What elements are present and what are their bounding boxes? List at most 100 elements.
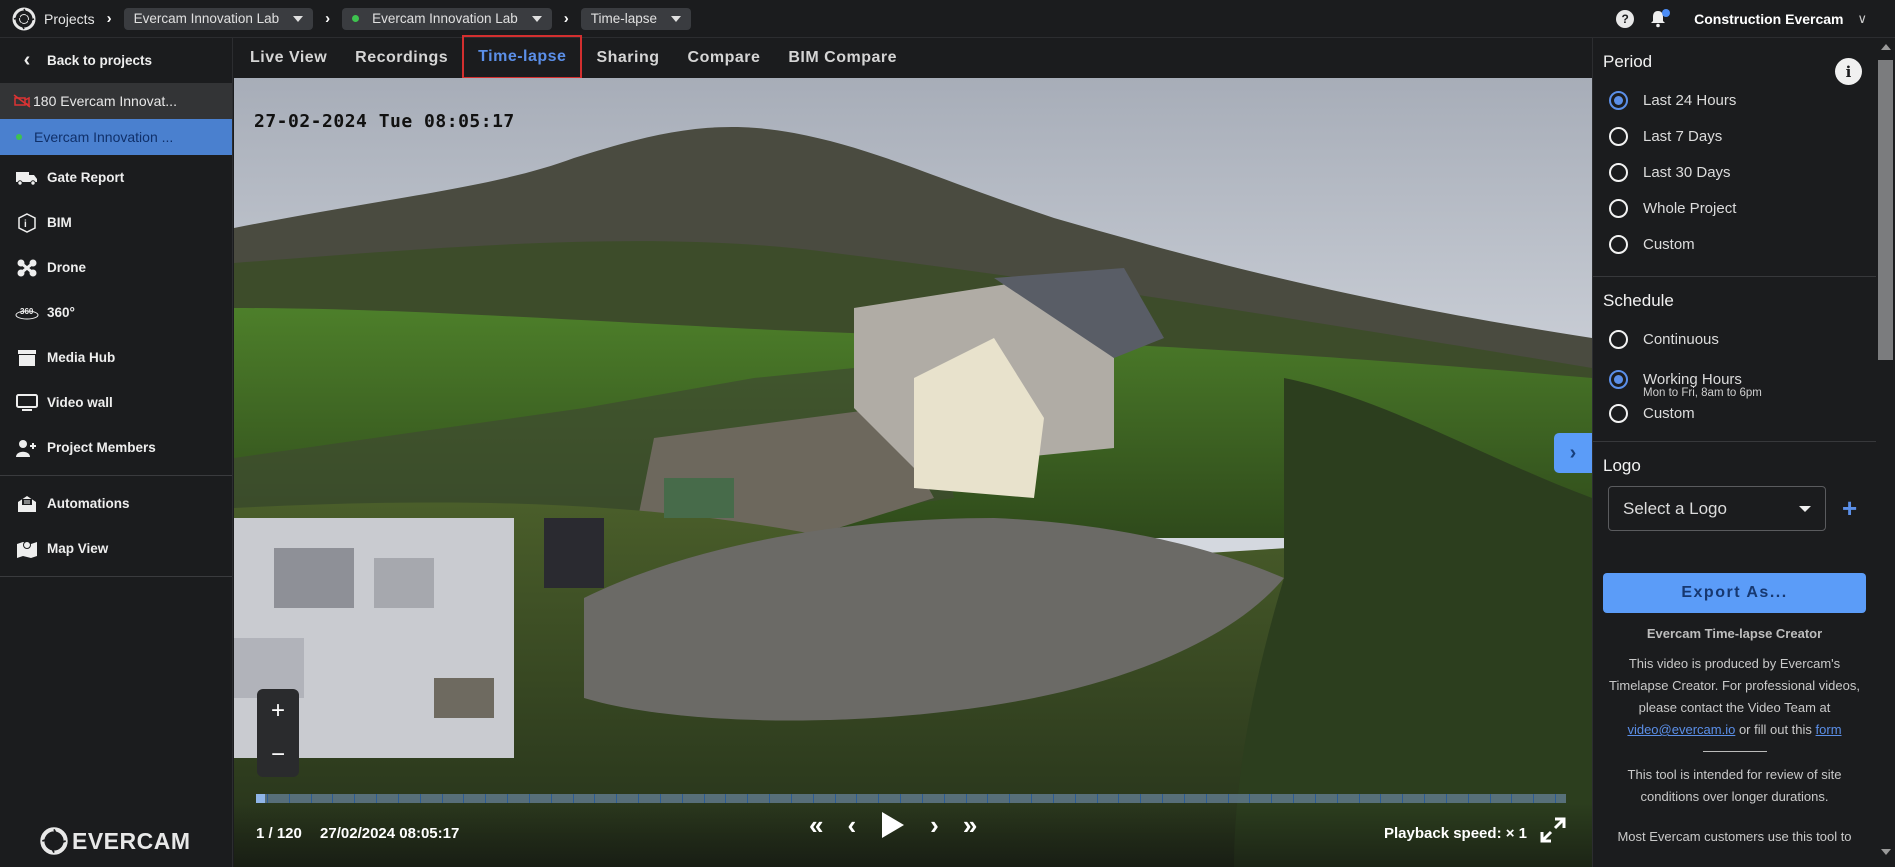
collapse-panel-button[interactable]: › (1554, 433, 1592, 473)
project-select[interactable]: Evercam Innovation Lab (123, 7, 314, 30)
timeline-frame-tick[interactable] (1380, 794, 1382, 803)
playback-speed[interactable]: Playback speed: × 1 (1384, 825, 1527, 842)
tab-live-view[interactable]: Live View (236, 38, 341, 78)
sidebar-item-media-hub[interactable]: Media Hub (0, 335, 232, 380)
timeline-frame-tick[interactable] (1249, 794, 1251, 803)
timeline-frame-tick[interactable] (1358, 794, 1360, 803)
tab-sharing[interactable]: Sharing (582, 38, 673, 78)
timeline-frame-tick[interactable] (441, 794, 443, 803)
timeline-frame-tick[interactable] (1271, 794, 1273, 803)
chevron-down-icon[interactable]: ∨ (1857, 11, 1867, 27)
timeline-frame-tick[interactable] (1293, 794, 1295, 803)
timeline-frame-tick[interactable] (965, 794, 967, 803)
timeline-frame-tick[interactable] (1009, 794, 1011, 803)
timeline-frame-tick[interactable] (1336, 794, 1338, 803)
sidebar-item-map-view[interactable]: Map View (0, 526, 232, 571)
play-icon[interactable] (880, 811, 906, 839)
timeline-frame-tick[interactable] (1183, 794, 1185, 803)
schedule-option-continuous[interactable]: Continuous (1603, 321, 1866, 357)
timeline-frame-tick[interactable] (1118, 794, 1120, 803)
evercam-logo-icon[interactable] (12, 7, 36, 31)
timeline-frame-tick[interactable] (1140, 794, 1142, 803)
timeline-frame-tick[interactable] (528, 794, 530, 803)
timeline-frame-tick[interactable] (943, 794, 945, 803)
fullscreen-icon[interactable] (1540, 817, 1566, 843)
sidebar-item-gate-report[interactable]: Gate Report (0, 155, 232, 200)
timeline-frame-tick[interactable] (1031, 794, 1033, 803)
timeline-frame-tick[interactable] (1402, 794, 1404, 803)
timelapse-player[interactable]: 27-02-2024 Tue 08:05:17 + − › 1 / 120 27… (234, 78, 1592, 867)
timeline-frame-tick[interactable] (616, 794, 618, 803)
timeline-frame-tick[interactable] (1074, 794, 1076, 803)
timeline-frame-tick[interactable] (463, 794, 465, 803)
timeline-frame-tick[interactable] (812, 794, 814, 803)
zoom-out-button[interactable]: − (271, 741, 285, 769)
timeline-frame-tick[interactable] (856, 794, 858, 803)
timeline-frame-tick[interactable] (1511, 794, 1513, 803)
timeline-frame-tick[interactable] (638, 794, 640, 803)
timeline-frame-tick[interactable] (769, 794, 771, 803)
info-icon[interactable]: i (1835, 58, 1862, 85)
user-menu[interactable]: Construction Evercam (1694, 11, 1843, 27)
timeline-frame-tick[interactable] (1096, 794, 1098, 803)
timeline-frame-tick[interactable] (1467, 794, 1469, 803)
sidebar-item-project-members[interactable]: Project Members (0, 425, 232, 470)
timeline-frame-tick[interactable] (900, 794, 902, 803)
next-frame-icon[interactable]: › (930, 812, 939, 838)
scrollbar-thumb[interactable] (1878, 60, 1893, 360)
notifications-button[interactable] (1648, 9, 1671, 29)
timeline-frame-tick[interactable] (725, 794, 727, 803)
view-select[interactable]: Time-lapse (580, 7, 692, 30)
breadcrumb-projects[interactable]: Projects (44, 11, 95, 27)
export-as-button[interactable]: Export As... (1603, 573, 1866, 613)
timeline-frame-tick[interactable] (1205, 794, 1207, 803)
tab-compare[interactable]: Compare (674, 38, 775, 78)
timeline-current-frame[interactable] (256, 794, 265, 803)
sidebar-camera-offline[interactable]: 180 Evercam Innovat... (0, 83, 232, 119)
zoom-in-button[interactable]: + (271, 697, 285, 725)
fast-forward-icon[interactable]: » (963, 812, 977, 838)
timeline-frame-tick[interactable] (310, 794, 312, 803)
timeline-frame-tick[interactable] (921, 794, 923, 803)
sidebar-camera-selected[interactable]: Evercam Innovation ... (0, 119, 232, 155)
timeline-frame-tick[interactable] (747, 794, 749, 803)
timeline-scrubber[interactable] (256, 794, 1566, 803)
timeline-frame-tick[interactable] (266, 794, 268, 803)
timeline-frame-tick[interactable] (397, 794, 399, 803)
camera-select[interactable]: Evercam Innovation Lab (342, 7, 552, 30)
timeline-frame-tick[interactable] (1489, 794, 1491, 803)
period-option-last-30-days[interactable]: Last 30 Days (1603, 154, 1866, 190)
timeline-frame-tick[interactable] (790, 794, 792, 803)
rewind-icon[interactable]: « (809, 812, 823, 838)
tab-recordings[interactable]: Recordings (341, 38, 462, 78)
timeline-frame-tick[interactable] (507, 794, 509, 803)
period-option-custom[interactable]: Custom (1603, 226, 1866, 262)
timeline-frame-tick[interactable] (1533, 794, 1535, 803)
contact-form-link[interactable]: form (1816, 722, 1842, 737)
timeline-frame-tick[interactable] (878, 794, 880, 803)
sidebar-item-360[interactable]: 360 360° (0, 290, 232, 335)
timeline-frame-tick[interactable] (419, 794, 421, 803)
timeline-frame-tick[interactable] (550, 794, 552, 803)
timeline-frame-tick[interactable] (1424, 794, 1426, 803)
timeline-frame-tick[interactable] (987, 794, 989, 803)
scroll-down-icon[interactable] (1881, 849, 1891, 855)
add-logo-button[interactable]: + (1842, 493, 1857, 524)
timeline-frame-tick[interactable] (572, 794, 574, 803)
timeline-frame-tick[interactable] (834, 794, 836, 803)
timeline-frame-tick[interactable] (1162, 794, 1164, 803)
logo-select[interactable]: Select a Logo (1608, 486, 1826, 531)
previous-frame-icon[interactable]: ‹ (847, 812, 856, 838)
sidebar-item-automations[interactable]: Automations (0, 481, 232, 526)
timeline-frame-tick[interactable] (354, 794, 356, 803)
sidebar-item-bim[interactable]: i BIM (0, 200, 232, 245)
period-option-last-24-hours[interactable]: Last 24 Hours (1603, 82, 1866, 118)
timeline-frame-tick[interactable] (1227, 794, 1229, 803)
timeline-frame-tick[interactable] (376, 794, 378, 803)
question-circle-icon[interactable]: ? (1616, 10, 1635, 28)
timeline-frame-tick[interactable] (594, 794, 596, 803)
timeline-frame-tick[interactable] (659, 794, 661, 803)
timeline-frame-tick[interactable] (485, 794, 487, 803)
period-option-last-7-days[interactable]: Last 7 Days (1603, 118, 1866, 154)
back-to-projects-link[interactable]: ‹ Back to projects (0, 38, 232, 83)
